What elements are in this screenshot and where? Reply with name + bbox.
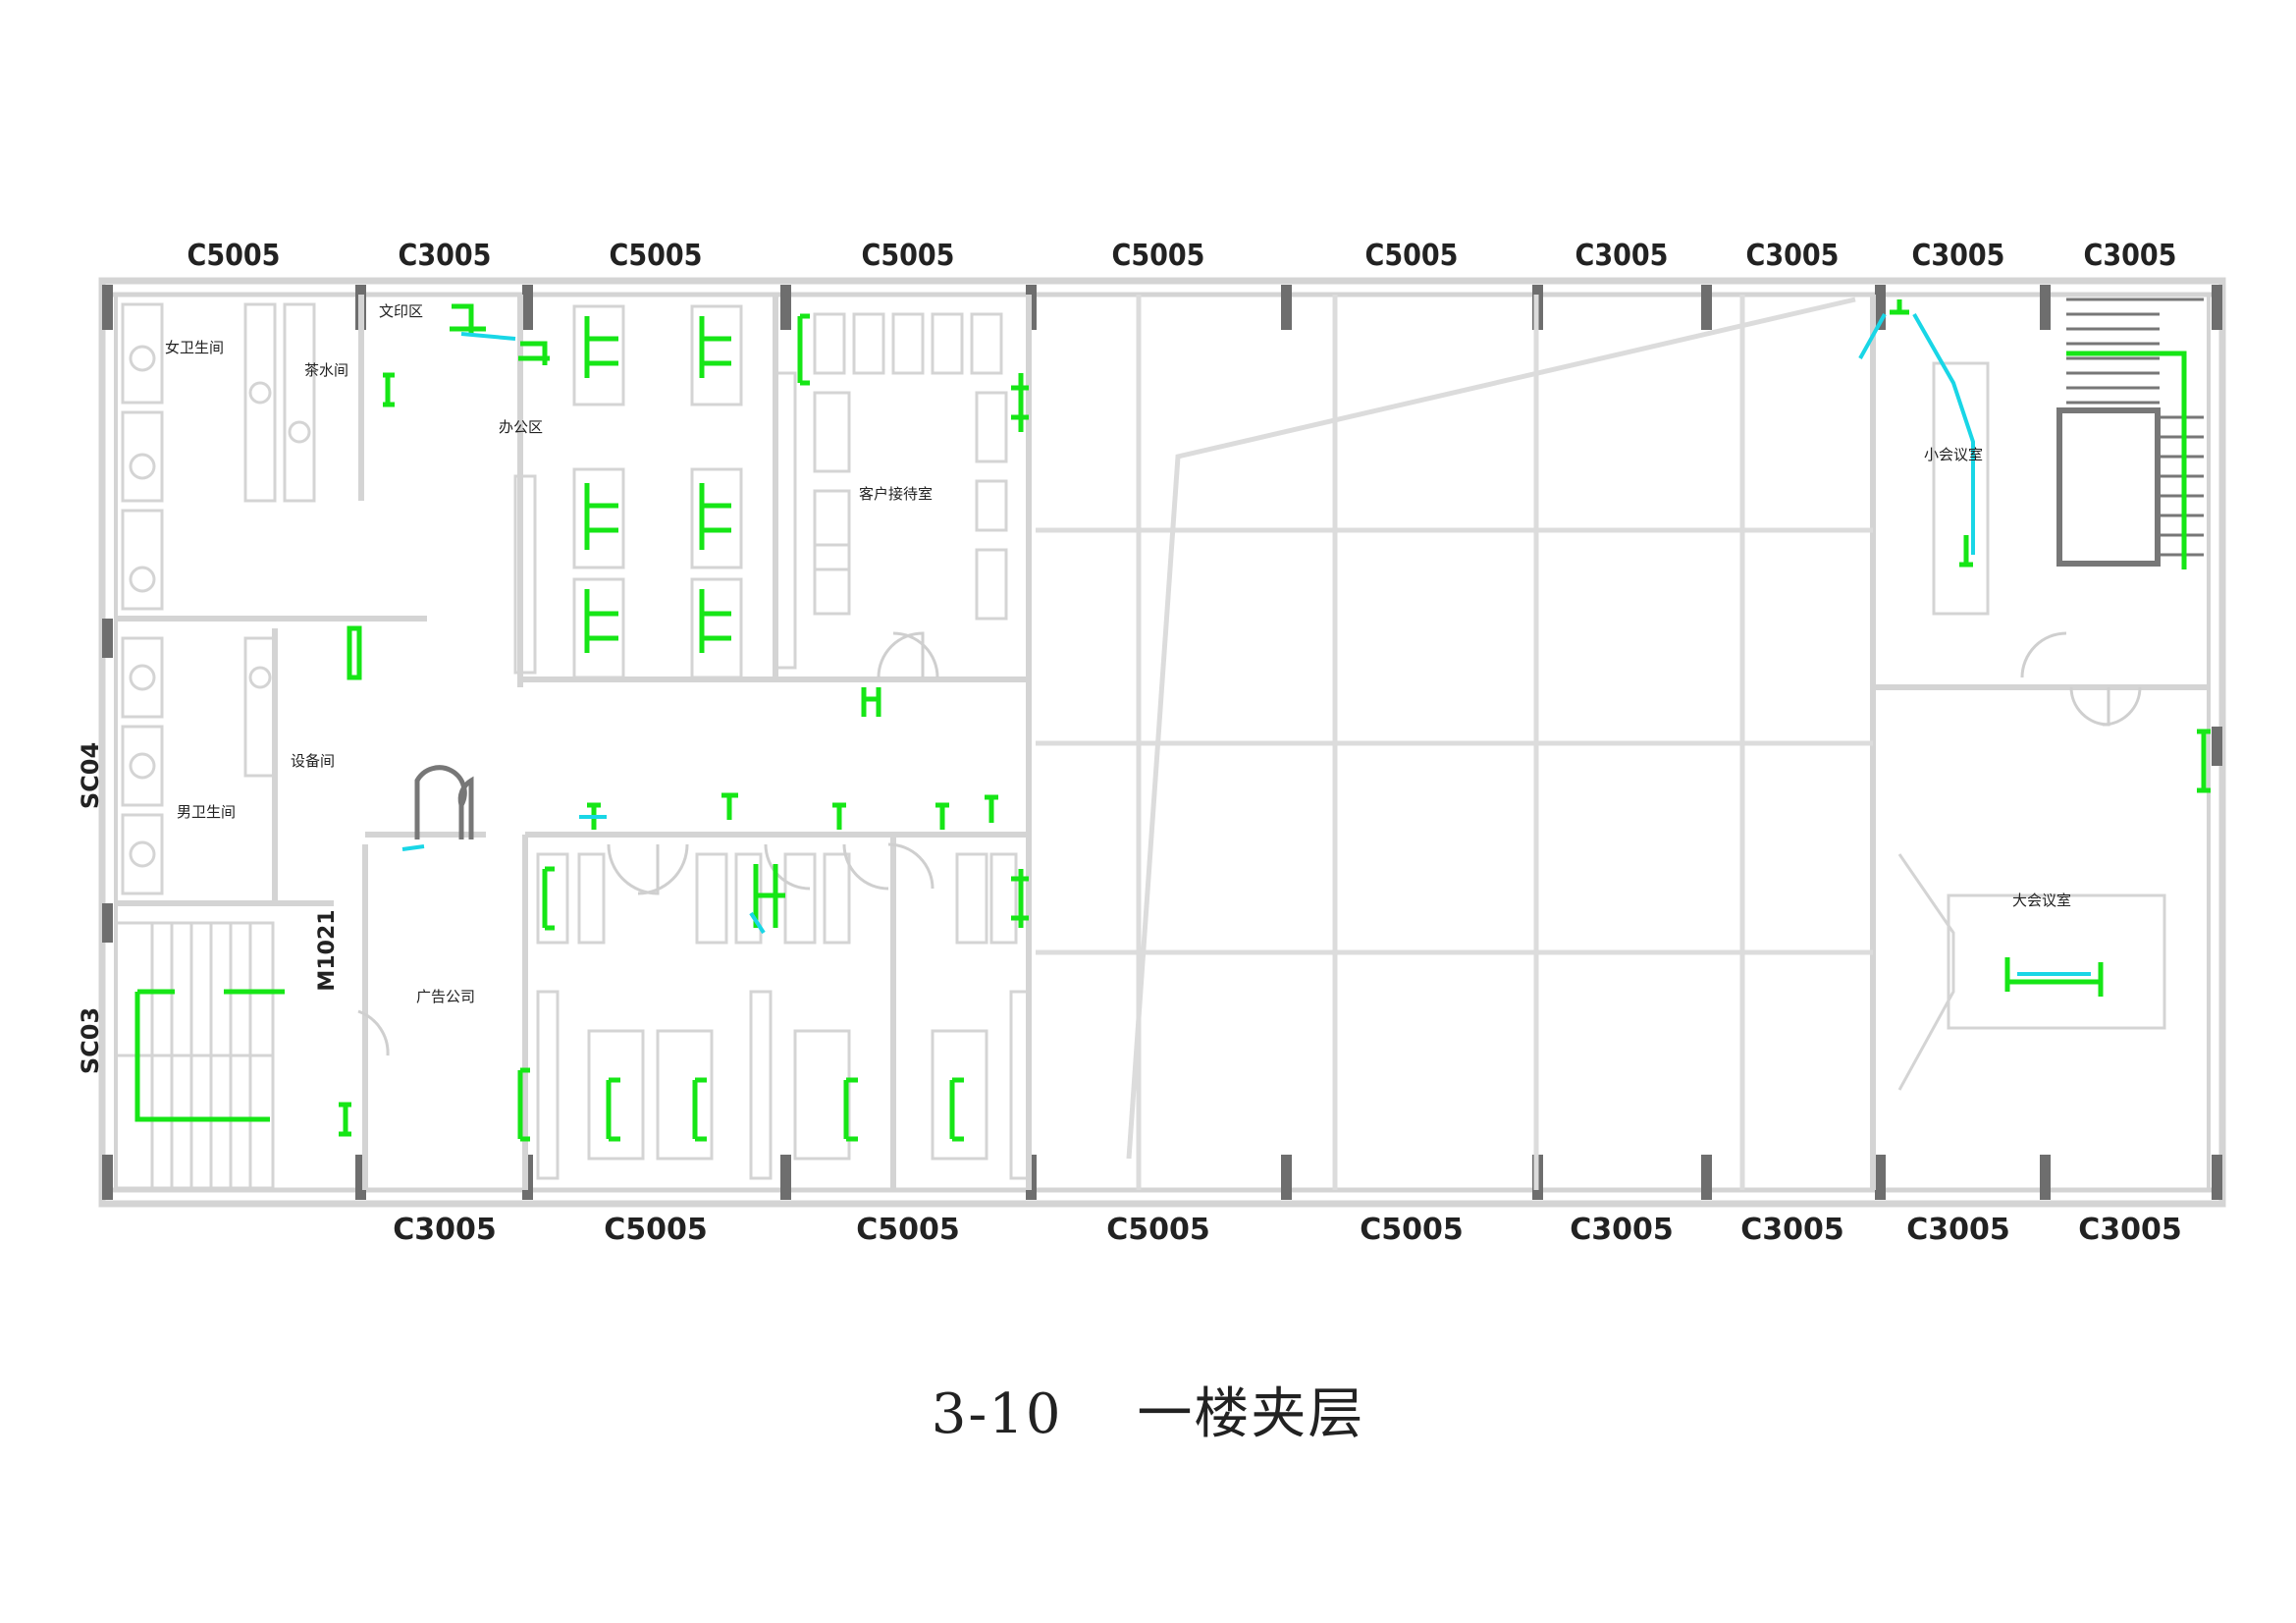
window-label-top-6: C5005 [1365, 239, 1459, 273]
room-label-tea-room: 茶水间 [304, 361, 348, 379]
side-label-upper: SC04 [77, 742, 104, 809]
window-label-bottom-7: C3005 [1740, 1213, 1844, 1247]
room-label-reception: 客户接待室 [859, 485, 933, 503]
window-label-top-8: C3005 [1746, 239, 1840, 273]
equipment-marks [134, 299, 2211, 1142]
drawing-caption: 3-10 一楼夹层 [0, 1370, 2296, 1449]
window-labels-bottom: C3005 C5005 C5005 C5005 C5005 C3005 C3005 C3005… [393, 1213, 2182, 1247]
room-label-small-meeting-room: 小会议室 [1924, 446, 1983, 463]
room-label-equipment-room: 设备间 [291, 752, 335, 770]
window-label-bottom-2: C5005 [604, 1213, 708, 1247]
main-door [414, 765, 474, 839]
window-label-top-2: C3005 [399, 239, 492, 273]
window-label-top-5: C5005 [1112, 239, 1205, 273]
caption-title: 一楼夹层 [1137, 1382, 1365, 1446]
window-label-bottom-1: C3005 [393, 1213, 497, 1247]
window-label-bottom-5: C5005 [1360, 1213, 1464, 1247]
hall-grid [1036, 295, 1873, 1190]
side-label-lower: SC03 [77, 1007, 104, 1074]
duct-lines [401, 313, 2091, 976]
window-label-bottom-3: C5005 [856, 1213, 960, 1247]
window-label-top-7: C3005 [1575, 239, 1669, 273]
window-label-top-1: C5005 [187, 239, 281, 273]
room-label-womens-restroom: 女卫生间 [165, 339, 224, 356]
room-label-large-meeting-room: 大会议室 [2012, 892, 2071, 909]
room-label-office-area: 办公区 [499, 418, 543, 436]
window-label-top-10: C3005 [2084, 239, 2177, 273]
window-labels-top: C5005 C3005 C5005 C5005 C5005 C5005 C3005 C3005… [187, 239, 2177, 273]
window-label-bottom-9: C3005 [2078, 1213, 2182, 1247]
window-label-bottom-4: C5005 [1106, 1213, 1210, 1247]
window-label-top-9: C3005 [1912, 239, 2005, 273]
caption-number: 3-10 [931, 1382, 1063, 1446]
window-label-bottom-8: C3005 [1906, 1213, 2010, 1247]
window-label-bottom-6: C3005 [1570, 1213, 1674, 1247]
door-code-label: M1021 [315, 909, 340, 991]
room-label-print-area: 文印区 [379, 302, 423, 320]
window-label-top-4: C5005 [862, 239, 955, 273]
window-label-top-3: C5005 [610, 239, 703, 273]
room-label-mens-restroom: 男卫生间 [177, 803, 236, 821]
room-label-ad-company: 广告公司 [416, 988, 475, 1005]
